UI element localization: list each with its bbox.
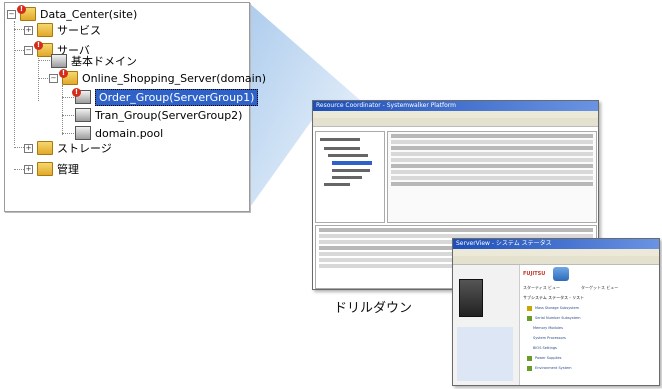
tree-node-basic-domain[interactable]: 基本ドメイン (51, 53, 137, 69)
pool-icon (75, 126, 91, 140)
admin-icon (37, 162, 53, 176)
collapse-icon[interactable]: − (7, 9, 16, 19)
tree-node-admin[interactable]: + 管理 (24, 161, 79, 177)
mini-tree (315, 131, 385, 223)
nav-target-view[interactable]: ターゲットス ビュー (581, 285, 618, 291)
subsystem-item[interactable]: System Processors (527, 333, 647, 343)
resource-tree-panel: − ! Data_Center(site) + サービス − ! サーバ 基本ド… (4, 2, 266, 212)
tree-node-storage[interactable]: + ストレージ (24, 140, 112, 156)
window-title: Resource Coordinator - Systemwalker Plat… (313, 101, 598, 111)
side-menu (457, 327, 513, 381)
tree-node-label: Tran_Group(ServerGroup2) (95, 108, 243, 122)
tree-node-label: 基本ドメイン (71, 55, 137, 68)
nav-status-view[interactable]: スターティス ビュー (523, 285, 560, 291)
domain-icon: ! (59, 69, 78, 85)
subsystem-list: Mass Storage Subsystem Serial Number Sub… (527, 303, 647, 373)
tree-node-label: ストレージ (57, 142, 112, 155)
subsystem-item[interactable]: Serial Number Subsystem (527, 313, 647, 323)
serverview-sidebar (453, 265, 520, 385)
domain-icon (51, 54, 67, 68)
site-icon: ! (17, 5, 36, 21)
error-icon: ! (72, 88, 81, 97)
expand-icon[interactable]: + (24, 25, 33, 35)
tree-node-pool[interactable]: domain.pool (75, 125, 163, 141)
subsystem-item[interactable]: Power Supplies (527, 353, 647, 363)
collapse-icon[interactable]: − (24, 45, 33, 55)
menu-bar (453, 249, 659, 256)
tree-node-label: domain.pool (95, 126, 164, 140)
folder-icon (37, 141, 53, 155)
server-group-icon (75, 108, 91, 122)
tree-node-label: Online_Shopping_Server(domain) (82, 71, 266, 85)
expand-icon[interactable]: + (24, 164, 33, 174)
tree-node-label: サービス (57, 24, 101, 37)
serverview-content: FUJITSU スターティス ビュー ターゲットス ビュー サブシステム ステー… (521, 265, 657, 383)
collapse-icon[interactable]: − (49, 73, 58, 83)
subsystem-item[interactable]: Memory Modules (527, 323, 647, 333)
folder-icon (37, 23, 53, 37)
tree-node-domain[interactable]: − ! Online_Shopping_Server(domain) (49, 69, 266, 86)
expand-icon[interactable]: + (24, 143, 33, 153)
tree-node-label-selected: Order_Group(ServerGroup1) (95, 88, 259, 106)
menu-bar (313, 111, 598, 118)
error-icon: ! (59, 69, 68, 78)
brand-logo: FUJITSU (523, 271, 546, 277)
tree-node-label: 管理 (57, 163, 79, 176)
tree-node-group1[interactable]: ! Order_Group(ServerGroup1) (72, 88, 259, 106)
server-group-icon: ! (72, 88, 91, 104)
list-heading: サブシステム ステータス - リスト (523, 295, 585, 300)
tree-node-root[interactable]: − ! Data_Center(site) (7, 5, 138, 22)
tree-node-service[interactable]: + サービス (24, 22, 101, 38)
toolbar (453, 256, 659, 265)
serverview-screenshot: ServerView - システム ステータス FUJITSU スターティス ビ… (452, 238, 660, 386)
subsystem-item[interactable]: Environment System (527, 363, 647, 373)
tree-node-group2[interactable]: Tran_Group(ServerGroup2) (75, 107, 242, 123)
drilldown-caption: ドリルダウン (334, 301, 413, 316)
error-icon: ! (34, 41, 43, 50)
error-icon: ! (17, 5, 26, 14)
server-image (459, 279, 483, 317)
subsystem-item[interactable]: BIOS Settings (527, 343, 647, 353)
status-icon (553, 267, 569, 281)
subsystem-item[interactable]: Mass Storage Subsystem (527, 303, 647, 313)
window-title: ServerView - システム ステータス (453, 239, 659, 249)
tree-node-label: Data_Center(site) (40, 7, 138, 21)
mini-detail-pane (387, 131, 597, 223)
toolbar (313, 118, 598, 127)
